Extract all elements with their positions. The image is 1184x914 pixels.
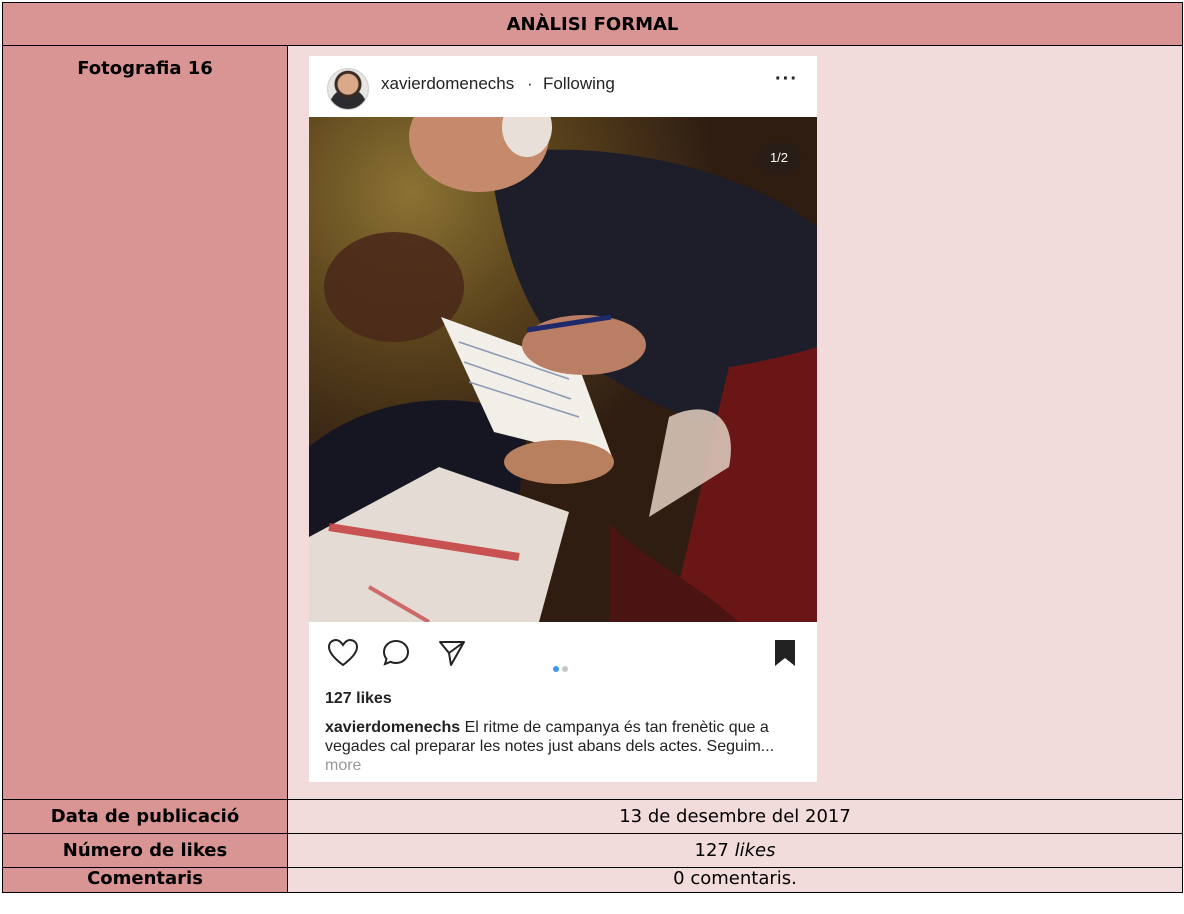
- carousel-dot: [562, 666, 568, 672]
- heart-icon[interactable]: [327, 638, 359, 673]
- photo-label: Fotografia 16: [2, 45, 288, 800]
- avatar[interactable]: [327, 68, 369, 110]
- share-icon[interactable]: [437, 638, 467, 673]
- carousel-indicator: [553, 656, 571, 677]
- table-header: ANÀLISI FORMAL: [1, 2, 1184, 46]
- bookmark-icon[interactable]: [773, 638, 797, 673]
- following-button[interactable]: Following: [543, 74, 615, 94]
- comments-label: Comentaris: [2, 867, 288, 893]
- caption-more-link[interactable]: more: [325, 757, 361, 774]
- post-header: xavierdomenechs · Following ···: [309, 56, 817, 116]
- header-separator: ·: [527, 74, 533, 93]
- likes-label: Número de likes: [2, 833, 288, 868]
- formal-analysis-table: ANÀLISI FORMAL Fotografia 16 xavierdomen…: [1, 2, 1184, 893]
- image-counter-badge: 1/2: [757, 143, 801, 173]
- likes-value: 127 likes: [286, 833, 1184, 868]
- photo-cell: xavierdomenechs · Following ··· 1/2 127 …: [286, 45, 1184, 800]
- likes-unit: likes: [734, 840, 776, 861]
- comments-value: 0 comentaris.: [286, 867, 1184, 893]
- post-actions: [309, 626, 817, 682]
- likes-count[interactable]: 127 likes: [325, 690, 392, 708]
- publication-date-value: 13 de desembre del 2017: [286, 799, 1184, 834]
- post-photo[interactable]: 1/2: [309, 117, 817, 622]
- post-image: [309, 117, 817, 622]
- post-username[interactable]: xavierdomenechs: [381, 74, 514, 94]
- post-caption: xavierdomenechs El ritme de campanya és …: [325, 718, 795, 775]
- comment-icon[interactable]: [381, 638, 411, 673]
- instagram-post: xavierdomenechs · Following ··· 1/2 127 …: [309, 56, 817, 782]
- carousel-dot-active: [553, 666, 559, 672]
- publication-date-label: Data de publicació: [2, 799, 288, 834]
- caption-username[interactable]: xavierdomenechs: [325, 719, 460, 736]
- likes-number: 127: [694, 840, 735, 861]
- more-options-icon[interactable]: ···: [775, 68, 798, 91]
